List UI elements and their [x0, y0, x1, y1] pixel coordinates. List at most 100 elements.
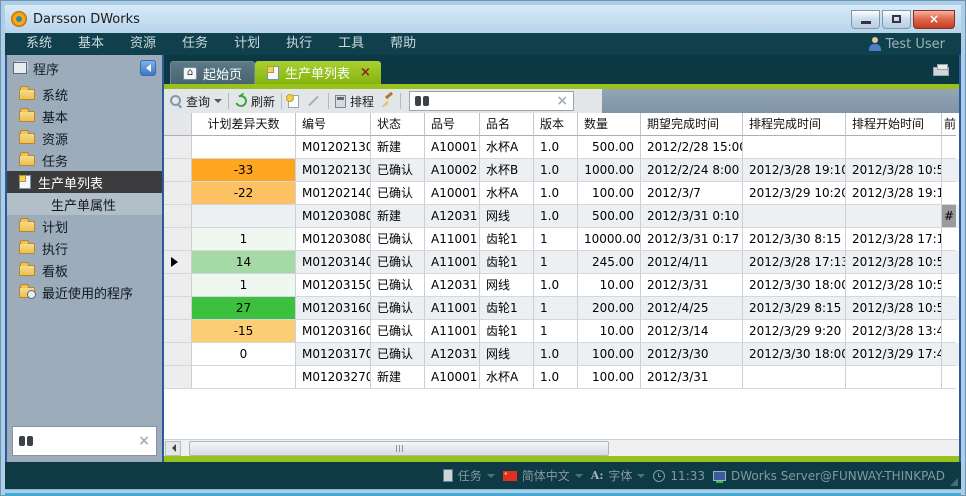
table-cell-extra[interactable] — [942, 343, 956, 366]
table-cell-expected[interactable]: 2012/3/31 0:17 — [641, 228, 743, 251]
scrollbar-thumb[interactable] — [189, 441, 609, 456]
table-cell-version[interactable]: 1.0 — [534, 136, 578, 159]
table-row[interactable]: -15M012031602已确认A11001齿轮1110.002012/3/14… — [164, 320, 959, 343]
table-cell-sched_end[interactable] — [743, 136, 846, 159]
menu-item[interactable]: 帮助 — [377, 33, 429, 55]
table-search-box[interactable]: × — [409, 91, 574, 111]
table-cell-no[interactable]: M012030801 — [296, 205, 371, 228]
table-cell-diff[interactable] — [192, 205, 296, 228]
table-cell-version[interactable]: 1 — [534, 320, 578, 343]
sidebar-search[interactable]: × — [12, 426, 157, 456]
table-cell-expected[interactable]: 2012/3/7 — [641, 182, 743, 205]
table-cell-item_no[interactable]: A11001 — [425, 251, 480, 274]
menu-item[interactable]: 工具 — [325, 33, 377, 55]
table-cell-sched_end[interactable]: 2012/3/29 8:15 — [743, 297, 846, 320]
table-cell-status[interactable]: 已确认 — [371, 159, 425, 182]
table-cell-item_no[interactable]: A11001 — [425, 228, 480, 251]
table-cell-sched_start[interactable]: 2012/3/28 10:52 — [846, 274, 942, 297]
table-cell-expected[interactable]: 2012/2/28 15:00 — [641, 136, 743, 159]
sidebar-item[interactable]: 计划 — [7, 215, 162, 237]
column-header[interactable]: 前 — [942, 113, 956, 136]
clean-button[interactable] — [380, 94, 394, 108]
menu-item[interactable]: 系统 — [13, 33, 65, 55]
table-cell-status[interactable]: 已确认 — [371, 297, 425, 320]
table-cell-no[interactable]: M012032701 — [296, 366, 371, 389]
table-cell-item_name[interactable]: 网线 — [480, 343, 534, 366]
table-cell-item_no[interactable]: A11001 — [425, 320, 480, 343]
table-cell-no[interactable]: M012031501 — [296, 274, 371, 297]
status-task-menu[interactable]: 任务 — [443, 467, 495, 484]
table-cell-item_name[interactable]: 水杯A — [480, 136, 534, 159]
menu-item[interactable]: 执行 — [273, 33, 325, 55]
table-cell-status[interactable]: 新建 — [371, 366, 425, 389]
table-row[interactable]: 1M012031501已确认A12031网线1.010.002012/3/312… — [164, 274, 959, 297]
table-cell-extra[interactable] — [942, 228, 956, 251]
maximize-button[interactable] — [882, 10, 911, 29]
table-cell-no[interactable]: M012031701 — [296, 343, 371, 366]
table-cell-diff[interactable] — [192, 366, 296, 389]
table-cell-expected[interactable]: 2012/3/31 — [641, 274, 743, 297]
table-cell-sched_start[interactable]: 2012/3/28 13:40 — [846, 320, 942, 343]
sidebar-item[interactable]: 看板 — [7, 259, 162, 281]
new-button[interactable] — [288, 95, 299, 108]
table-cell-expected[interactable]: 2012/3/31 — [641, 366, 743, 389]
table-cell-sched_end[interactable]: 2012/3/30 18:00 — [743, 274, 846, 297]
table-cell-sched_end[interactable]: 2012/3/29 10:20 — [743, 182, 846, 205]
table-cell-extra[interactable]: # — [942, 205, 956, 228]
table-cell-qty[interactable]: 100.00 — [578, 366, 641, 389]
table-cell-qty[interactable]: 10.00 — [578, 274, 641, 297]
table-cell-item_no[interactable]: A12031 — [425, 343, 480, 366]
table-cell-qty[interactable]: 100.00 — [578, 343, 641, 366]
table-cell-qty[interactable]: 10000.00 — [578, 228, 641, 251]
table-cell-version[interactable]: 1 — [534, 297, 578, 320]
table-cell-qty[interactable]: 1000.00 — [578, 159, 641, 182]
sidebar-item[interactable]: 生产单列表 — [7, 171, 162, 193]
table-cell-diff[interactable]: 27 — [192, 297, 296, 320]
table-cell-no[interactable]: M012021302 — [296, 159, 371, 182]
query-button[interactable]: 查询 — [170, 93, 222, 110]
table-cell-status[interactable]: 已确认 — [371, 343, 425, 366]
table-cell-status[interactable]: 新建 — [371, 136, 425, 159]
table-cell-item_name[interactable]: 水杯B — [480, 159, 534, 182]
sidebar-collapse-button[interactable] — [140, 60, 156, 76]
print-icon[interactable] — [933, 67, 949, 76]
table-cell-item_no[interactable]: A11001 — [425, 297, 480, 320]
table-row[interactable]: -33M012021302已确认A10002水杯B1.01000.002012/… — [164, 159, 959, 182]
table-cell-status[interactable]: 已确认 — [371, 320, 425, 343]
table-cell-sched_start[interactable]: 2012/3/28 10:52 — [846, 159, 942, 182]
table-cell-extra[interactable] — [942, 320, 956, 343]
menu-item[interactable]: 任务 — [169, 33, 221, 55]
sidebar-item[interactable]: 资源 — [7, 127, 162, 149]
table-cell-expected[interactable]: 2012/2/24 8:00 — [641, 159, 743, 182]
table-cell-sched_start[interactable]: 2012/3/28 10:52 — [846, 297, 942, 320]
query-dropdown-icon[interactable] — [214, 99, 222, 107]
column-header[interactable]: 期望完成时间 — [641, 113, 743, 136]
table-cell-expected[interactable]: 2012/4/25 — [641, 297, 743, 320]
table-cell-qty[interactable]: 500.00 — [578, 136, 641, 159]
table-cell-sched_end[interactable]: 2012/3/29 9:20 — [743, 320, 846, 343]
table-cell-item_no[interactable]: A10002 — [425, 159, 480, 182]
table-cell-version[interactable]: 1.0 — [534, 274, 578, 297]
sidebar-item[interactable]: 最近使用的程序 — [7, 281, 162, 303]
table-cell-status[interactable]: 新建 — [371, 205, 425, 228]
table-cell-version[interactable]: 1.0 — [534, 343, 578, 366]
table-cell-item_name[interactable]: 网线 — [480, 274, 534, 297]
sidebar-search-clear-icon[interactable]: × — [138, 434, 150, 448]
table-cell-diff[interactable] — [192, 136, 296, 159]
table-cell-item_no[interactable]: A12031 — [425, 205, 480, 228]
table-cell-diff[interactable]: -22 — [192, 182, 296, 205]
table-cell-no[interactable]: M012021301 — [296, 136, 371, 159]
sidebar-item[interactable]: 系统 — [7, 83, 162, 105]
table-row[interactable]: 27M012031601已确认A11001齿轮11200.002012/4/25… — [164, 297, 959, 320]
table-cell-sched_start[interactable]: 2012/3/28 10:52 — [846, 251, 942, 274]
table-cell-diff[interactable]: -33 — [192, 159, 296, 182]
table-cell-item_no[interactable]: A10001 — [425, 366, 480, 389]
table-cell-extra[interactable] — [942, 366, 956, 389]
column-header[interactable]: 计划差异天数 — [192, 113, 296, 136]
table-cell-sched_start[interactable]: 2012/3/29 17:46 — [846, 343, 942, 366]
table-cell-qty[interactable]: 245.00 — [578, 251, 641, 274]
table-cell-version[interactable]: 1.0 — [534, 159, 578, 182]
table-row[interactable]: 1M012030802已确认A11001齿轮1110000.002012/3/3… — [164, 228, 959, 251]
table-cell-item_name[interactable]: 齿轮1 — [480, 297, 534, 320]
table-cell-item_name[interactable]: 齿轮1 — [480, 320, 534, 343]
